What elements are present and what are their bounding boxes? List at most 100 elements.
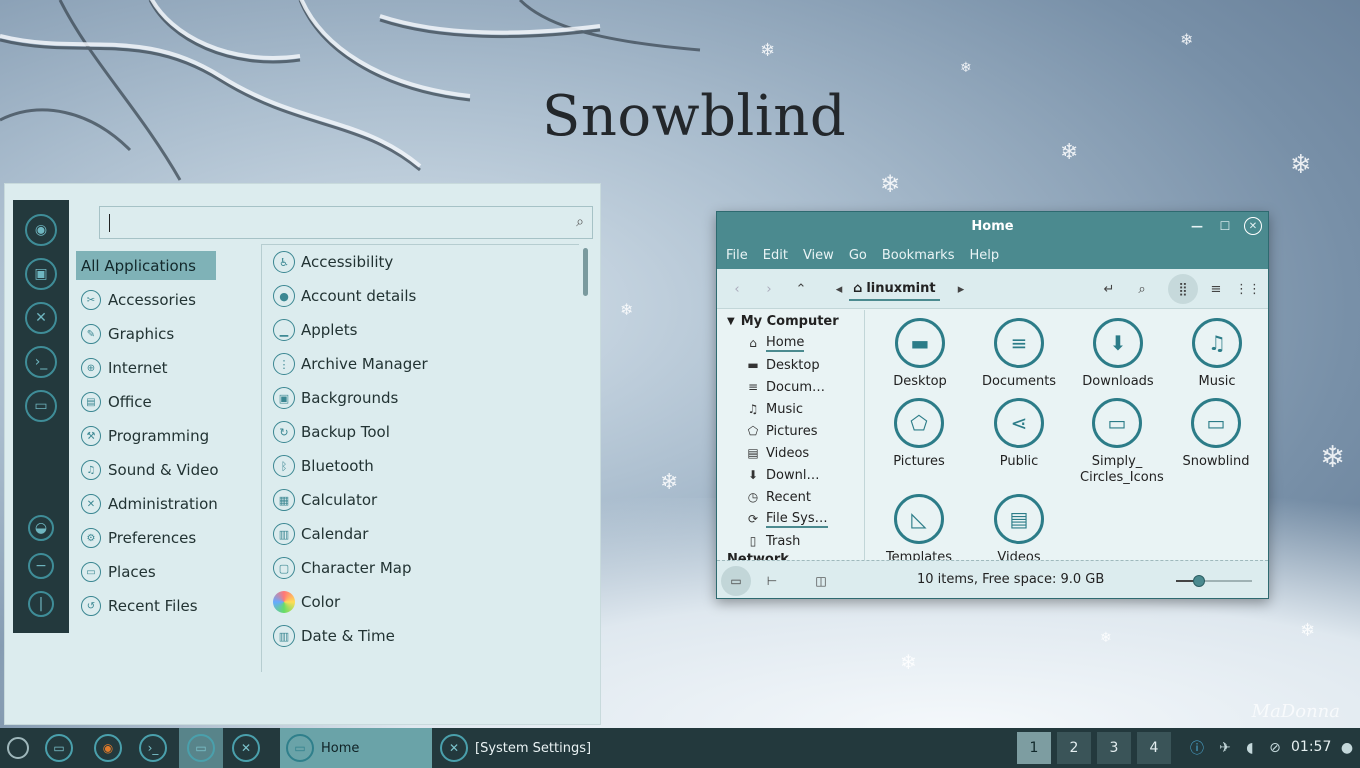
menu-search-field[interactable]: ⌕ [99,206,593,239]
menu-view[interactable]: View [803,248,834,263]
category-programming[interactable]: ⚒ Programming [76,419,256,453]
category-recent-files[interactable]: ↺ Recent Files [76,589,256,623]
close-icon[interactable]: ✕ [1244,217,1262,235]
file-item-videos[interactable]: ▤ Videos [969,494,1069,560]
forward-icon[interactable]: › [757,277,781,301]
network-icon[interactable]: ✈ [1214,728,1236,768]
info-icon[interactable]: ⓘ [1186,728,1208,768]
up-icon[interactable]: ⌃ [789,277,813,301]
menu-go[interactable]: Go [849,248,867,263]
app-backgrounds[interactable]: ▣ Backgrounds [262,381,579,415]
window-button-home[interactable]: ▭ Home [280,728,432,768]
workspace-4[interactable]: 4 [1137,732,1171,764]
category-sound-video[interactable]: ♫ Sound & Video [76,453,256,487]
search-icon[interactable]: ⌕ [1130,277,1154,301]
app-calculator[interactable]: ▦ Calculator [262,483,579,517]
workspace-1[interactable]: 1 [1017,732,1051,764]
sidebar-item-videos[interactable]: ▤ Videos [717,442,864,464]
power-icon[interactable]: | [28,591,54,617]
power-status-icon[interactable]: ⊘ [1264,728,1286,768]
app-backup-tool[interactable]: ↻ Backup Tool [262,415,579,449]
app-bluetooth[interactable]: ᛒ Bluetooth [262,449,579,483]
file-item-pictures[interactable]: ⬠ Pictures [869,398,969,469]
menu-bookmarks[interactable]: Bookmarks [882,248,955,263]
sidebar-item-pictures[interactable]: ⬠ Pictures [717,420,864,442]
logout-icon[interactable]: − [28,553,54,579]
file-item-desktop[interactable]: ▬ Desktop [870,318,970,389]
file-item-simply-circles-icons[interactable]: ▭ Simply_ Circles_Icons [1067,398,1167,486]
launcher-terminal[interactable]: ›_ [131,728,175,768]
breadcrumb-home[interactable]: ⌂ linuxmint [849,277,940,301]
scrollbar-thumb[interactable] [583,248,588,296]
category-graphics[interactable]: ✎ Graphics [76,317,256,351]
app-color[interactable]: Color [262,585,579,619]
sidebar-item-desktop[interactable]: ▬ Desktop [717,354,864,376]
file-item-templates[interactable]: ◺ Templates [869,494,969,560]
breadcrumb-right-icon[interactable]: ▸ [949,277,973,301]
sidebar-heading-network[interactable]: Network [717,552,864,560]
category-places[interactable]: ▭ Places [76,555,256,589]
location-toggle-icon[interactable]: ↵ [1097,277,1121,301]
menu-edit[interactable]: Edit [763,248,788,263]
file-item-documents[interactable]: ≡ Documents [969,318,1069,389]
user-icon[interactable]: ● [1336,728,1358,768]
sidebar-item-home[interactable]: ⌂ Home [717,332,864,354]
launcher-firefox[interactable]: ◉ [86,728,130,768]
sidebar-item-music[interactable]: ♫ Music [717,398,864,420]
category-administration[interactable]: ✕ Administration [76,487,256,521]
category-office[interactable]: ▤ Office [76,385,256,419]
file-item-music[interactable]: ♫ Music [1167,318,1267,389]
window-titlebar[interactable]: Home — ☐ ✕ [717,212,1268,241]
file-item-public[interactable]: ⋖ Public [969,398,1069,469]
app-date-time[interactable]: ▥ Date & Time [262,619,579,653]
places-toggle-icon[interactable]: ▭ [721,566,751,596]
list-view-icon[interactable]: ≡ [1204,277,1228,301]
sidebar-item-filesystem[interactable]: ⟳ File Sys… [717,508,864,530]
launcher-settings[interactable]: ✕ [224,728,268,768]
volume-icon[interactable]: ◖ [1240,728,1260,768]
sidebar-item-trash[interactable]: ▯ Trash [717,530,864,552]
app-account-details[interactable]: ● Account details [262,279,579,313]
app-calendar[interactable]: ▥ Calendar [262,517,579,551]
category-all-applications[interactable]: All Applications [76,251,216,280]
firefox-icon[interactable]: ◉ [25,214,57,246]
menu-file[interactable]: File [726,248,748,263]
back-icon[interactable]: ‹ [725,277,749,301]
menu-button[interactable] [0,728,36,768]
category-preferences[interactable]: ⚙ Preferences [76,521,256,555]
launcher-files[interactable]: ▭ [37,728,81,768]
zoom-slider[interactable] [1176,575,1252,587]
category-internet[interactable]: ⊕ Internet [76,351,256,385]
zoom-slider-knob[interactable] [1192,575,1205,587]
app-applets[interactable]: ▁ Applets [262,313,579,347]
file-item-downloads[interactable]: ⬇ Downloads [1068,318,1168,389]
maximize-icon[interactable]: ☐ [1216,217,1234,235]
app-character-map[interactable]: ▢ Character Map [262,551,579,585]
app-accessibility[interactable]: ♿ Accessibility [262,245,579,279]
sidebar-item-documents[interactable]: ≡ Docum… [717,376,864,398]
window-button-system-settings[interactable]: ✕ [System Settings] [434,728,634,768]
terminal-icon[interactable]: ›_ [25,346,57,378]
compact-view-icon[interactable]: ⋮⋮ [1235,277,1261,301]
files-icon[interactable]: ▭ [25,390,57,422]
hide-sidebar-icon[interactable]: ◫ [806,566,836,596]
settings-icon[interactable]: ✕ [25,302,57,334]
app-list-scrollbar[interactable] [581,246,589,672]
icon-view-icon[interactable]: ⣿ [1168,274,1198,304]
breadcrumb-left-icon[interactable]: ◂ [827,277,851,301]
software-manager-icon[interactable]: ▣ [25,258,57,290]
app-archive-manager[interactable]: ⋮ Archive Manager [262,347,579,381]
menu-help[interactable]: Help [969,248,999,263]
workspace-2[interactable]: 2 [1057,732,1091,764]
sidebar-heading[interactable]: ▼ My Computer [717,310,864,332]
launcher-files-active[interactable]: ▭ [179,728,223,768]
category-accessories[interactable]: ✂ Accessories [76,283,256,317]
sidebar-item-recent[interactable]: ◷ Recent [717,486,864,508]
workspace-3[interactable]: 3 [1097,732,1131,764]
minimize-icon[interactable]: — [1188,217,1206,235]
tree-toggle-icon[interactable]: ⊢ [757,566,787,596]
file-item-snowblind[interactable]: ▭ Snowblind [1166,398,1266,469]
lock-screen-icon[interactable]: ◒ [28,515,54,541]
sidebar-item-downloads[interactable]: ⬇ Downl… [717,464,864,486]
clock[interactable]: 01:57 [1291,739,1331,755]
